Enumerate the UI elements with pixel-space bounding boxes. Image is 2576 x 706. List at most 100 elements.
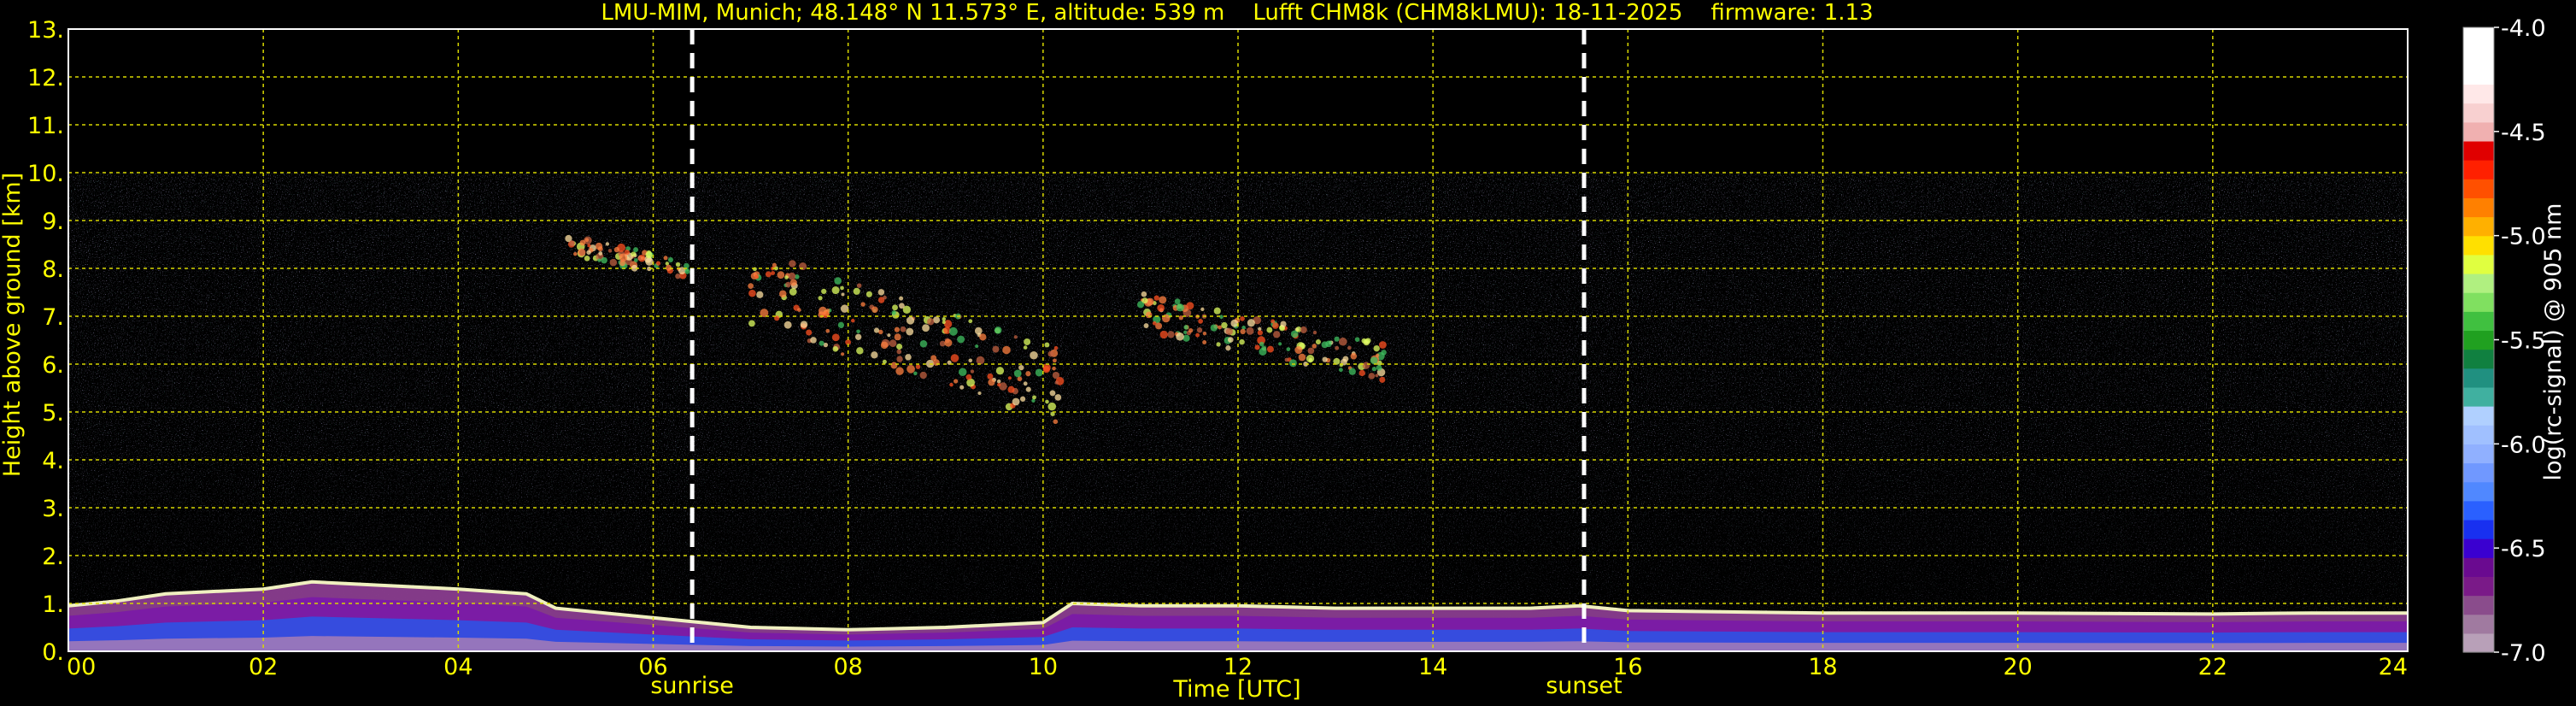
colorbar-segment [2463, 27, 2494, 47]
cloud-return [663, 256, 668, 261]
colorbar-segment [2463, 500, 2494, 521]
cloud-return [1023, 381, 1028, 386]
cloud-return [1363, 338, 1370, 346]
cloud-return [840, 285, 844, 291]
colorbar-tick-label: -5.0 [2501, 224, 2546, 250]
cloud-return [979, 333, 987, 341]
cloud-return [968, 319, 973, 324]
x-tick-label: 10 [1029, 654, 1058, 680]
cloud-return [785, 281, 791, 288]
cloud-return [927, 318, 935, 326]
cloud-return [1019, 396, 1026, 402]
y-tick-label: 1. [42, 591, 64, 618]
cloud-return [871, 351, 878, 359]
cloud-return [1221, 321, 1228, 329]
cloud-return [1047, 402, 1057, 411]
cloud-return [1161, 314, 1171, 323]
cloud-return [1371, 367, 1376, 372]
colorbar-segment [2463, 46, 2494, 66]
colorbar-tick-label: -4.0 [2501, 15, 2546, 42]
cloud-return [578, 249, 586, 256]
cloud-return [1379, 376, 1386, 383]
cloud-return [1035, 368, 1043, 377]
cloud-return [633, 247, 639, 253]
cloud-return [1025, 386, 1031, 392]
colorbar-segment [2463, 576, 2494, 597]
cloud-return [597, 246, 603, 252]
cloud-return [631, 251, 637, 257]
cloud-return [834, 277, 842, 285]
cloud-return [1141, 297, 1148, 304]
cloud-return [915, 364, 921, 369]
cloud-return [905, 354, 912, 361]
cloud-return [1167, 331, 1175, 338]
cloud-return [819, 306, 827, 315]
cloud-return [995, 367, 1005, 375]
cloud-return [1298, 353, 1306, 362]
cloud-return [970, 369, 975, 374]
cloud-return [1257, 330, 1263, 336]
cloud-return [854, 333, 862, 340]
x-tick-label: 06 [638, 654, 667, 680]
cloud-return [906, 316, 915, 325]
cloud-return [959, 385, 965, 390]
y-tick-label: 2. [42, 544, 64, 570]
x-axis-label: Time [UTC] [1172, 676, 1300, 703]
cloud-return [1227, 337, 1234, 343]
cloud-return [1342, 356, 1349, 362]
cloud-return [569, 240, 575, 246]
cloud-return [1376, 364, 1382, 371]
cloud-return [851, 318, 855, 323]
cloud-return [1186, 302, 1194, 310]
cloud-return [898, 303, 905, 309]
colorbar-segment [2463, 273, 2494, 293]
cloud-return [748, 289, 756, 297]
cloud-return [1286, 347, 1291, 351]
x-tick-label: 14 [1418, 654, 1447, 680]
cloud-return [1338, 368, 1343, 373]
cloud-return [894, 327, 901, 332]
cloud-return [977, 391, 982, 396]
cloud-return [891, 310, 896, 315]
cloud-return [609, 258, 618, 267]
cloud-return [1230, 319, 1239, 327]
cloud-return [1347, 345, 1352, 350]
cloud-return [1210, 324, 1218, 332]
cloud-return [619, 260, 625, 267]
y-tick-label: 12. [27, 65, 64, 91]
colorbar-segment [2463, 462, 2494, 483]
cloud-return [1376, 353, 1380, 357]
cloud-return [965, 374, 972, 380]
cloud-return [1247, 319, 1255, 327]
cloud-return [831, 286, 840, 295]
cloud-return [1176, 332, 1184, 341]
cloud-return [831, 333, 840, 342]
cloud-return [684, 268, 690, 274]
colorbar-segment [2463, 368, 2494, 388]
cloud-return [1348, 368, 1356, 375]
cloud-return [841, 292, 845, 297]
cloud-return [675, 273, 681, 279]
colorbar-segment [2463, 538, 2494, 558]
cloud-return [1198, 318, 1204, 324]
cloud-return [1052, 366, 1056, 371]
cloud-return [1141, 291, 1147, 297]
cloud-return [825, 328, 830, 333]
colorbar-segment [2463, 349, 2494, 369]
cloud-return [1240, 328, 1246, 335]
cloud-return [1266, 327, 1273, 333]
cloud-return [1152, 321, 1157, 326]
colorbar-segment [2463, 425, 2494, 444]
cloud-return [598, 251, 603, 256]
colorbar-tick-label: -7.0 [2501, 640, 2546, 667]
cloud-return [1354, 337, 1360, 342]
cloud-return [992, 345, 1000, 353]
cloud-return [1030, 350, 1038, 360]
cloud-return [942, 316, 947, 321]
cloud-return [942, 320, 946, 325]
x-tick-label: 22 [2198, 654, 2227, 680]
cloud-return [1200, 307, 1205, 312]
cloud-return [997, 382, 1001, 387]
cloud-return [896, 356, 903, 362]
colorbar-tick-label: -6.5 [2501, 536, 2546, 562]
